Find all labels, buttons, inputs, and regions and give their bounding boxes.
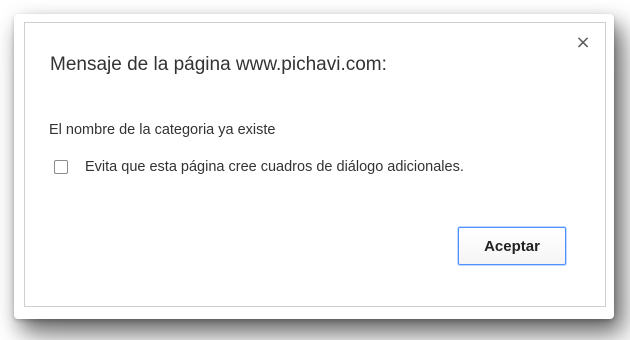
dialog-message: El nombre de la categoria ya existe — [49, 122, 276, 138]
dialog-shadow-frame: × Mensaje de la página www.pichavi.com: … — [14, 14, 614, 319]
close-icon[interactable]: × — [575, 34, 591, 52]
alert-dialog: × Mensaje de la página www.pichavi.com: … — [24, 22, 606, 307]
accept-button[interactable]: Aceptar — [458, 227, 566, 265]
suppress-dialogs-checkbox[interactable] — [54, 160, 68, 174]
dialog-title: Mensaje de la página www.pichavi.com: — [50, 54, 387, 75]
suppress-dialogs-option[interactable]: Evita que esta página cree cuadros de di… — [54, 159, 464, 175]
screenshot-stage: × Mensaje de la página www.pichavi.com: … — [0, 0, 630, 340]
suppress-dialogs-label[interactable]: Evita que esta página cree cuadros de di… — [85, 159, 464, 175]
